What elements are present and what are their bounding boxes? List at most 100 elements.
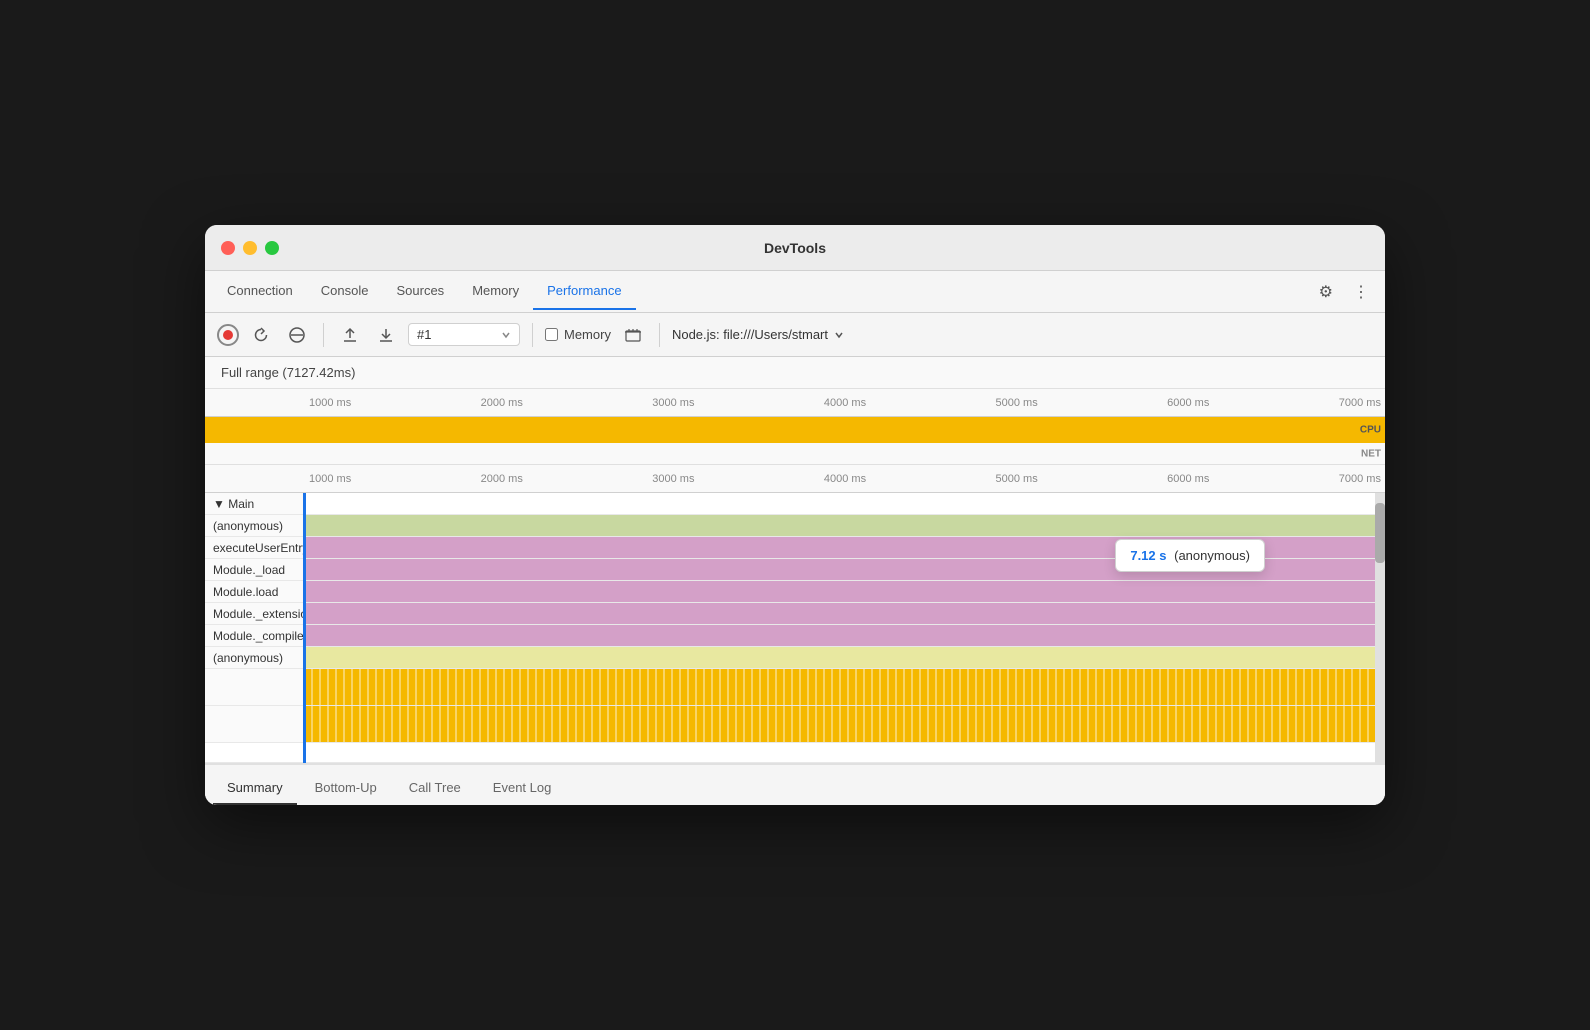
time-1000: 1000 ms	[309, 397, 351, 409]
time-2000: 2000 ms	[481, 397, 523, 409]
tooltip-time: 7.12 s	[1130, 548, 1166, 563]
flame-dense-2	[305, 706, 1385, 742]
gc-icon	[624, 327, 642, 343]
trace-row-1[interactable]: executeUserEntryPoint 7.12 s (anonymous)	[205, 537, 1385, 559]
node-select[interactable]: Node.js: file:///Users/stmart	[672, 327, 844, 342]
main-section-label: ▼ Main	[213, 497, 254, 511]
time-6000: 6000 ms	[1167, 397, 1209, 409]
bar-module-load2	[305, 581, 1385, 602]
nav-tabs: Connection Console Sources Memory Perfor…	[205, 271, 1385, 313]
bottom-tabs: Summary Bottom-Up Call Tree Event Log	[205, 763, 1385, 805]
trace-row-6[interactable]: (anonymous)	[205, 647, 1385, 669]
time-ruler-bottom: 1000 ms 2000 ms 3000 ms 4000 ms 5000 ms …	[205, 465, 1385, 493]
trace-row-main: ▼ Main	[205, 493, 1385, 515]
close-button[interactable]	[221, 241, 235, 255]
memory-checkbox[interactable]	[545, 328, 558, 341]
tab-sources[interactable]: Sources	[382, 273, 458, 310]
time-3000: 3000 ms	[652, 397, 694, 409]
settings-button[interactable]: ⚙	[1315, 278, 1337, 306]
separator-3	[659, 323, 660, 347]
time2-4000: 4000 ms	[824, 473, 866, 485]
reload-icon	[253, 327, 269, 343]
vertical-scrollbar[interactable]	[1375, 493, 1385, 763]
separator-1	[323, 323, 324, 347]
time-4000: 4000 ms	[824, 397, 866, 409]
node-label: Node.js: file:///Users/stmart	[672, 327, 828, 342]
trace-label-4: Module._extensions..js	[205, 603, 305, 624]
trace-label-3: Module.load	[205, 581, 305, 602]
full-range-label: Full range (7127.42ms)	[221, 365, 355, 380]
time-ruler-inner-bottom: 1000 ms 2000 ms 3000 ms 4000 ms 5000 ms …	[305, 473, 1385, 485]
trace-row-3[interactable]: Module.load	[205, 581, 1385, 603]
trace-label-0: (anonymous)	[205, 515, 305, 536]
trace-row-flame1	[205, 669, 1385, 706]
filter-input[interactable]	[417, 327, 497, 342]
trace-bar-0	[305, 515, 1385, 536]
upload-icon	[342, 327, 358, 343]
tab-call-tree[interactable]: Call Tree	[395, 772, 475, 805]
flame-dense-1	[305, 669, 1385, 705]
trace-label-5: Module._compile	[205, 625, 305, 646]
time2-6000: 6000 ms	[1167, 473, 1209, 485]
trace-empty-row	[205, 743, 1385, 763]
tab-console[interactable]: Console	[307, 273, 383, 310]
clear-button[interactable]	[283, 321, 311, 349]
filter-input-wrap	[408, 323, 520, 346]
trace-row-4[interactable]: Module._extensions..js	[205, 603, 1385, 625]
trace-label-6: (anonymous)	[205, 647, 305, 668]
cpu-label: CPU	[1360, 425, 1381, 436]
trace-row-0[interactable]: (anonymous)	[205, 515, 1385, 537]
window-controls	[221, 241, 279, 255]
titlebar: DevTools	[205, 225, 1385, 271]
time2-3000: 3000 ms	[652, 473, 694, 485]
scrollbar-thumb[interactable]	[1375, 503, 1385, 563]
tab-connection[interactable]: Connection	[213, 273, 307, 310]
tab-bottom-up[interactable]: Bottom-Up	[301, 772, 391, 805]
trace-container: ▼ Main (anonymous) executeUserEntryPoint	[205, 493, 1385, 763]
trace-label-flame1	[205, 669, 305, 705]
tab-event-log[interactable]: Event Log	[479, 772, 566, 805]
time-5000: 5000 ms	[996, 397, 1038, 409]
trace-bar-3	[305, 581, 1385, 602]
more-button[interactable]: ⋮	[1349, 278, 1373, 306]
flame-stripes-2	[305, 706, 1385, 742]
trace-row-flame2	[205, 706, 1385, 743]
tab-performance[interactable]: Performance	[533, 273, 635, 310]
trace-bar-4	[305, 603, 1385, 624]
memory-checkbox-wrap: Memory	[545, 327, 611, 342]
trace-label-1: executeUserEntryPoint	[205, 537, 305, 558]
time2-1000: 1000 ms	[309, 473, 351, 485]
tab-memory[interactable]: Memory	[458, 273, 533, 310]
net-bar: NET	[205, 443, 1385, 465]
time-ruler-top: 1000 ms 2000 ms 3000 ms 4000 ms 5000 ms …	[205, 389, 1385, 417]
trace-bar-flame1	[305, 669, 1385, 705]
tab-summary[interactable]: Summary	[213, 772, 297, 805]
gc-button[interactable]	[619, 321, 647, 349]
time-7000: 7000 ms	[1339, 397, 1381, 409]
devtools-window: DevTools Connection Console Sources Memo…	[205, 225, 1385, 805]
record-button[interactable]	[217, 324, 239, 346]
nav-right-actions: ⚙ ⋮	[1315, 278, 1373, 306]
reload-button[interactable]	[247, 321, 275, 349]
time-cursor	[303, 493, 306, 763]
trace-row-5[interactable]: Module._compile	[205, 625, 1385, 647]
minimize-button[interactable]	[243, 241, 257, 255]
bar-anonymous	[305, 515, 1385, 536]
tooltip: 7.12 s (anonymous)	[1115, 539, 1265, 572]
upload-button[interactable]	[336, 321, 364, 349]
trace-label-2: Module._load	[205, 559, 305, 580]
time2-7000: 7000 ms	[1339, 473, 1381, 485]
download-icon	[378, 327, 394, 343]
download-button[interactable]	[372, 321, 400, 349]
dropdown-icon	[501, 330, 511, 340]
timeline-header: Full range (7127.42ms)	[205, 357, 1385, 389]
net-label: NET	[1361, 448, 1381, 459]
time-ruler-inner-top: 1000 ms 2000 ms 3000 ms 4000 ms 5000 ms …	[305, 397, 1385, 409]
window-title: DevTools	[764, 240, 826, 256]
cpu-bar: CPU	[205, 417, 1385, 443]
trace-bar-5	[305, 625, 1385, 646]
maximize-button[interactable]	[265, 241, 279, 255]
time2-5000: 5000 ms	[996, 473, 1038, 485]
bar-compile	[305, 625, 1385, 646]
main-content: Full range (7127.42ms) 1000 ms 2000 ms 3…	[205, 357, 1385, 805]
